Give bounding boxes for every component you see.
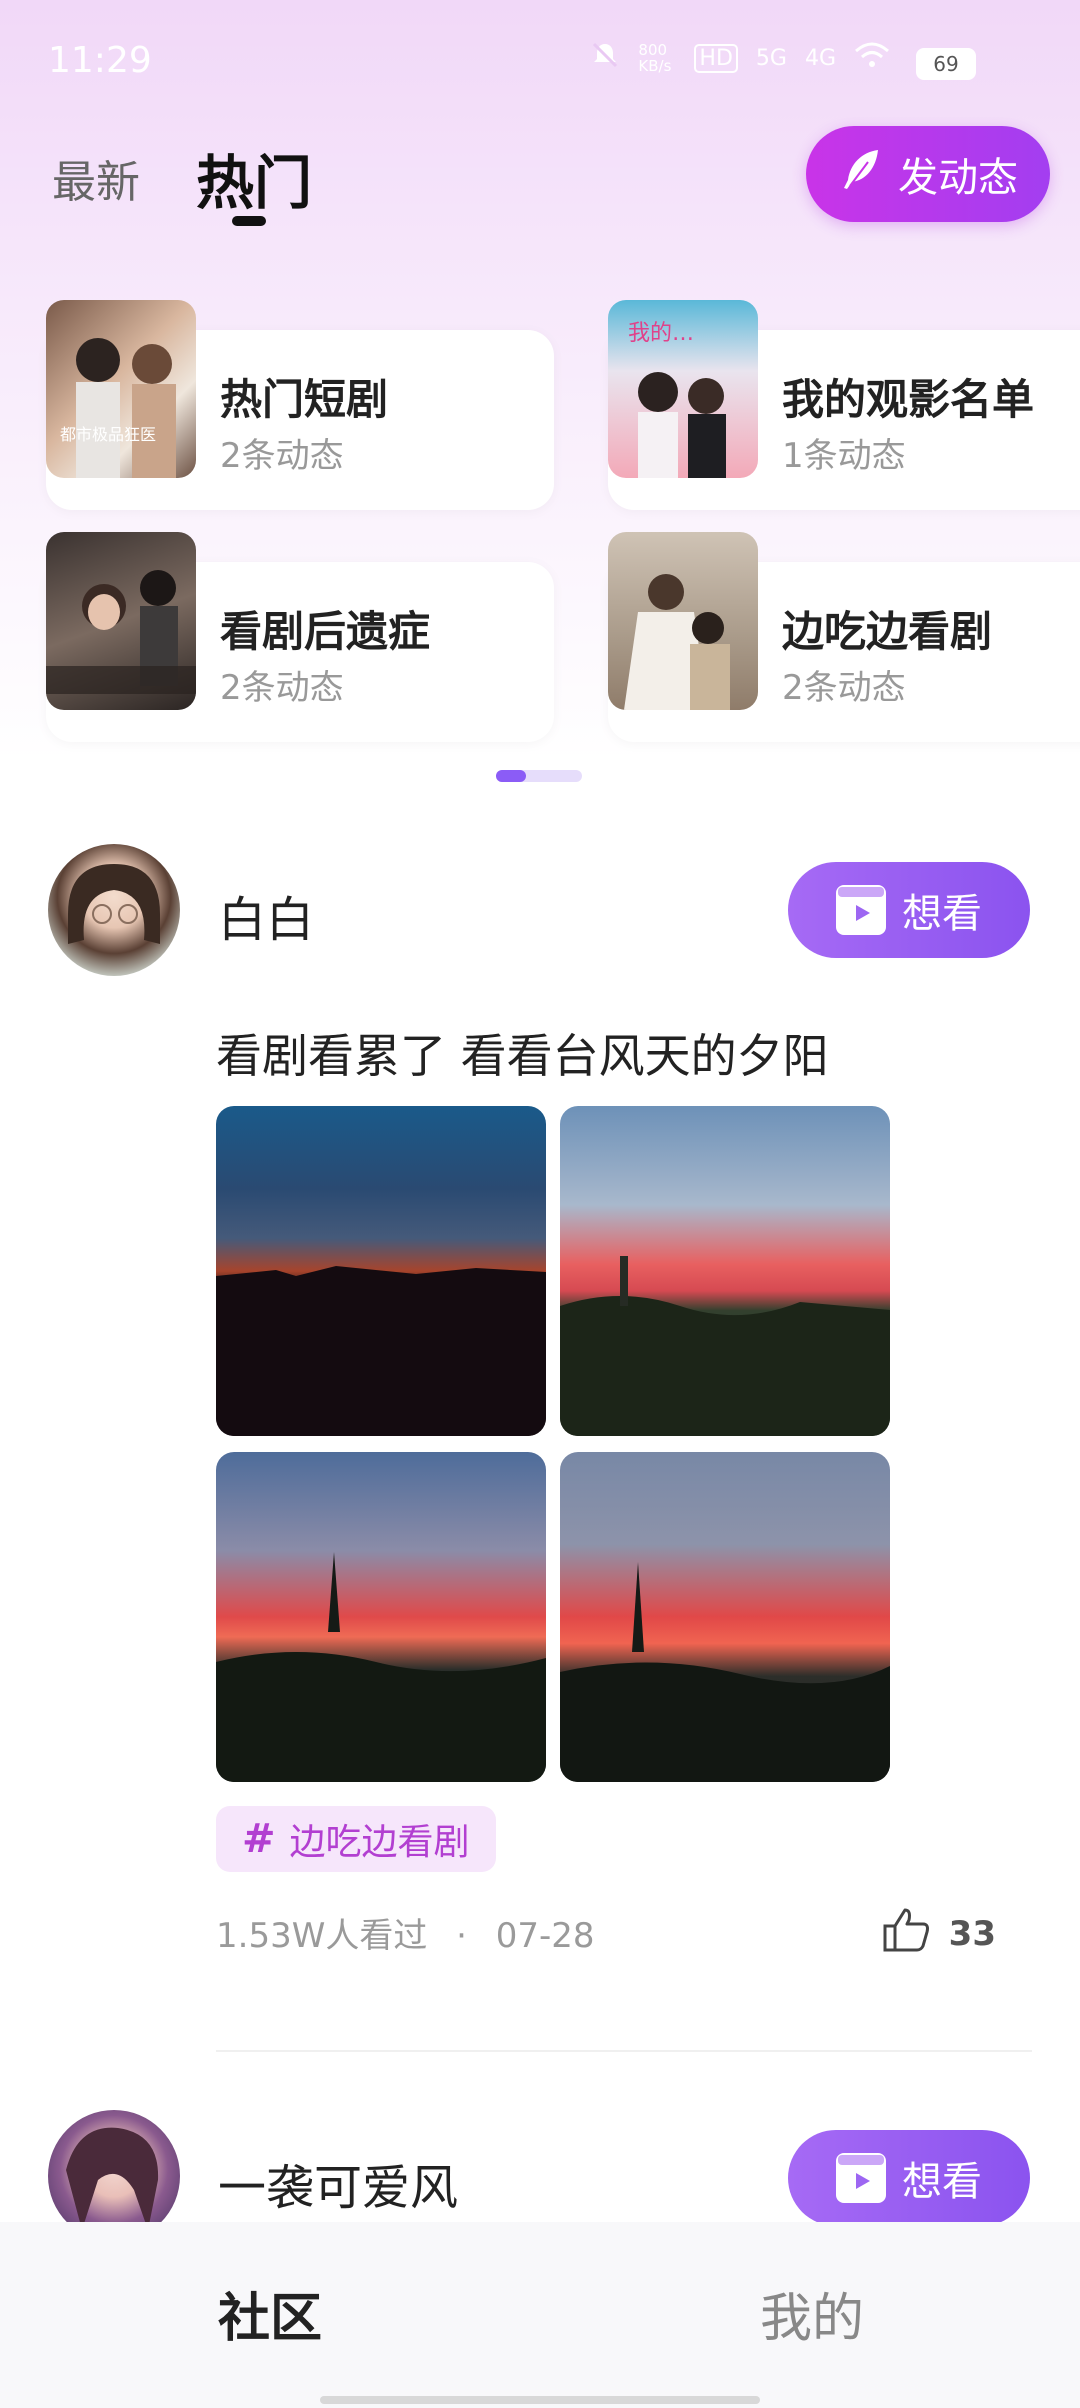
svg-text:都市极品狂医: 都市极品狂医 bbox=[60, 425, 156, 444]
post-date: 07-28 bbox=[495, 1916, 595, 1956]
active-tab-indicator bbox=[232, 216, 266, 226]
home-indicator[interactable] bbox=[320, 2396, 760, 2404]
status-icons: 800 KB/s HD 5G 4G bbox=[590, 40, 890, 76]
post-divider bbox=[216, 2050, 1032, 2052]
category-pager bbox=[496, 770, 582, 782]
post-dynamic-label: 发动态 bbox=[898, 155, 1018, 201]
tab-hot[interactable]: 热门 bbox=[196, 136, 312, 220]
bottom-nav bbox=[0, 2222, 1080, 2408]
nav-community[interactable]: 社区 bbox=[218, 2276, 322, 2351]
hash-icon: # bbox=[242, 1816, 276, 1862]
pager-active-dot bbox=[496, 770, 526, 782]
topic-tag[interactable]: # 边吃边看剧 bbox=[216, 1806, 496, 1872]
category-thumbnail bbox=[608, 532, 758, 710]
post-photo[interactable] bbox=[216, 1452, 546, 1782]
category-thumbnail: 我的… bbox=[608, 300, 758, 478]
signal-4g: 4G bbox=[804, 45, 836, 71]
want-to-watch-button[interactable]: 想看 bbox=[788, 862, 1030, 958]
topic-tag-label: 边吃边看剧 bbox=[289, 1822, 470, 1863]
status-bar: 11:29 800 KB/s HD 5G 4G 69 bbox=[0, 0, 1080, 110]
video-clapper-icon bbox=[836, 885, 886, 935]
wifi-icon bbox=[854, 41, 890, 75]
post-username[interactable]: 白白 bbox=[218, 880, 314, 950]
feather-pen-icon bbox=[838, 146, 884, 202]
post-dynamic-button[interactable]: 发动态 bbox=[806, 126, 1050, 222]
category-thumbnail bbox=[46, 532, 196, 710]
tab-latest[interactable]: 最新 bbox=[52, 146, 140, 210]
net-speed: 800 KB/s bbox=[638, 41, 672, 75]
category-title: 热门短剧 bbox=[220, 375, 389, 424]
want-to-watch-button[interactable]: 想看 bbox=[788, 2130, 1030, 2226]
category-count: 1条动态 bbox=[782, 436, 906, 476]
like-count: 33 bbox=[948, 1913, 996, 1954]
post-photo[interactable] bbox=[216, 1106, 546, 1436]
meta-separator-dot: · bbox=[456, 1916, 467, 1956]
svg-text:我的…: 我的… bbox=[628, 321, 694, 346]
post-photo[interactable] bbox=[560, 1106, 890, 1436]
category-title: 看剧后遗症 bbox=[220, 607, 431, 656]
thumbs-up-icon bbox=[879, 1902, 933, 1965]
want-to-watch-label: 想看 bbox=[902, 891, 982, 937]
signal-5g: 5G bbox=[755, 45, 787, 71]
post-meta: 1.53W人看过 · 07-28 bbox=[216, 1908, 595, 1957]
category-title: 我的观影名单 bbox=[782, 375, 1035, 424]
post-views: 1.53W人看过 bbox=[216, 1916, 428, 1956]
battery-indicator: 69 bbox=[916, 48, 976, 80]
avatar[interactable] bbox=[48, 844, 180, 976]
category-title: 边吃边看剧 bbox=[782, 607, 993, 656]
nav-mine[interactable]: 我的 bbox=[760, 2276, 864, 2351]
category-count: 2条动态 bbox=[220, 436, 344, 476]
post-text: 看剧看累了 看看台风天的夕阳 bbox=[216, 1029, 829, 1083]
mute-bell-icon bbox=[590, 40, 620, 76]
video-clapper-icon bbox=[836, 2153, 886, 2203]
category-thumbnail: 都市极品狂医 bbox=[46, 300, 196, 478]
category-count: 2条动态 bbox=[782, 668, 906, 708]
category-count: 2条动态 bbox=[220, 668, 344, 708]
post-username[interactable]: 一袭可爱风 bbox=[218, 2148, 458, 2218]
post-photo[interactable] bbox=[560, 1452, 890, 1782]
like-button[interactable]: 33 bbox=[879, 1902, 996, 1965]
status-time: 11:29 bbox=[48, 40, 152, 81]
hd-label: HD bbox=[694, 43, 738, 73]
want-to-watch-label: 想看 bbox=[902, 2159, 982, 2205]
